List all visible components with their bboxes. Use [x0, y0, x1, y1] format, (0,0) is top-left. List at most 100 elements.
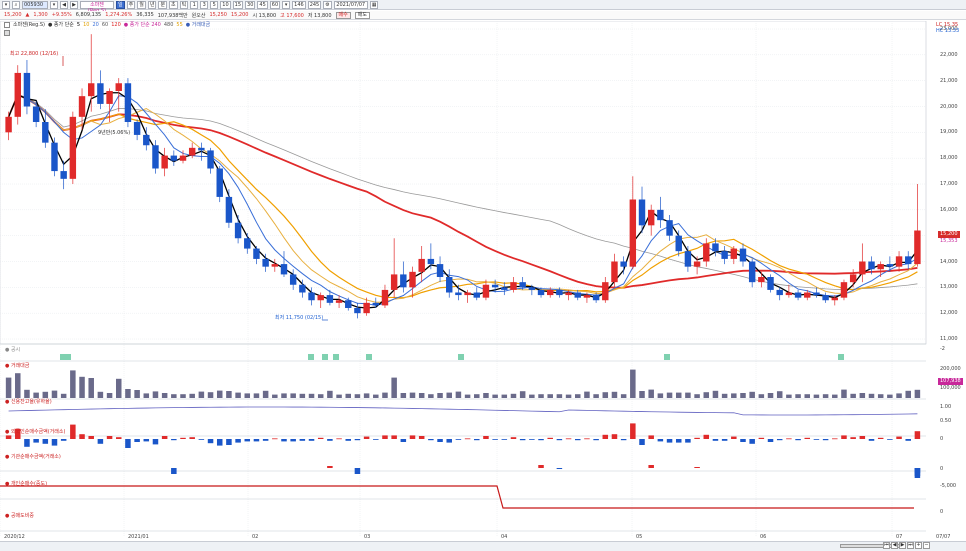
- calendar-icon[interactable]: ▦: [369, 0, 379, 9]
- period-tick-button[interactable]: 틱: [179, 0, 189, 9]
- interval-60[interactable]: 60: [269, 0, 281, 9]
- candle-body: [280, 264, 288, 275]
- news-marker: [308, 354, 314, 360]
- candle-body: [42, 122, 49, 143]
- candle-body: [207, 150, 214, 169]
- total-count: 245: [307, 0, 322, 9]
- volume-bar: [639, 391, 645, 398]
- price-tick-label: 11,000: [940, 336, 958, 342]
- candle-body: [877, 264, 884, 270]
- volume-bar: [675, 392, 682, 398]
- volume-bar: [474, 394, 480, 398]
- foreign-bar: [749, 439, 755, 444]
- foreign-bar: [272, 438, 278, 440]
- code-search-button[interactable]: ▾: [50, 0, 58, 9]
- period-second-button[interactable]: 초: [169, 0, 178, 9]
- volume-bar: [290, 393, 296, 398]
- news-marker: [366, 354, 372, 360]
- foreign-bar: [740, 439, 746, 442]
- period-minute-button[interactable]: 분: [158, 0, 168, 9]
- volume-bar: [24, 389, 30, 398]
- volume-bar: [767, 393, 774, 398]
- foreign-bar: [24, 439, 30, 447]
- volume-axis-mid: 100,000: [940, 385, 961, 391]
- candle-body: [840, 282, 848, 298]
- volume-bar: [666, 392, 673, 398]
- period-week-button[interactable]: 주: [126, 0, 136, 9]
- volume-bar: [538, 394, 544, 398]
- interval-dropdown[interactable]: ▾: [282, 0, 291, 9]
- volume-bar: [850, 393, 856, 398]
- foreign-bar: [850, 437, 856, 439]
- foreign-bar: [675, 439, 682, 443]
- volume-bar: [822, 394, 829, 398]
- foreign-bar: [235, 439, 241, 443]
- count-input[interactable]: 146: [292, 0, 306, 9]
- volume-bar: [887, 394, 893, 398]
- candle-body: [914, 230, 921, 265]
- candle-body: [345, 300, 352, 308]
- candle-body: [905, 256, 912, 265]
- volume-value: 6,809,135: [75, 12, 102, 18]
- dropdown-icon[interactable]: ▾: [2, 0, 10, 9]
- foreign-bar: [308, 439, 315, 441]
- volume-bar: [171, 394, 177, 398]
- low-annotation: 최저 11,750 (02/15): [275, 315, 324, 321]
- candle-body: [647, 209, 655, 226]
- foreign-bar: [455, 439, 462, 440]
- high-price-label: 15,200: [230, 12, 249, 18]
- period-month-button[interactable]: 월: [137, 0, 146, 9]
- candle-body: [831, 297, 839, 301]
- first-page-icon[interactable]: ⏮: [883, 542, 890, 549]
- individual-axis: -5,000: [940, 483, 957, 489]
- foreign-bar: [868, 439, 875, 441]
- interval-3[interactable]: 3: [200, 0, 209, 9]
- zoom-out-icon[interactable]: −: [923, 542, 930, 549]
- interval-30[interactable]: 30: [245, 0, 256, 9]
- candle-body: [868, 261, 875, 270]
- volume-bar: [88, 378, 94, 398]
- interval-15[interactable]: 15: [232, 0, 244, 9]
- interval-45[interactable]: 45: [257, 0, 268, 9]
- zoom-in-icon[interactable]: +: [915, 542, 922, 549]
- foreign-bar: [776, 439, 783, 441]
- sell-button[interactable]: 매도: [354, 11, 370, 19]
- prev-page-icon[interactable]: ◀: [891, 542, 898, 549]
- candle-body: [87, 83, 95, 97]
- date-input[interactable]: 2021/07/07: [333, 0, 368, 9]
- foreign-bar: [712, 439, 719, 441]
- next-stock-button[interactable]: ▶: [70, 0, 78, 9]
- price-tick-label: 20,000: [940, 103, 958, 110]
- candle-body: [556, 289, 563, 296]
- institution-bar: [914, 468, 921, 473]
- search-icon[interactable]: ⌕: [12, 0, 20, 9]
- foreign-bar: [345, 439, 352, 441]
- candle-body: [23, 72, 31, 107]
- interval-1[interactable]: 1: [190, 0, 199, 9]
- foreign-panel-label: ● 외국인순매수금액(거래소): [5, 429, 66, 435]
- foreign-bar: [134, 439, 140, 442]
- settings-icon[interactable]: ⚙: [323, 0, 332, 9]
- candle-body: [179, 155, 187, 161]
- prev-stock-button[interactable]: ◀: [60, 0, 68, 9]
- foreign-bar: [731, 436, 737, 439]
- trade-amount: 107,938백만: [157, 12, 188, 19]
- candlestick-chart[interactable]: [0, 21, 966, 541]
- price-tick-label: 16,000: [940, 206, 958, 213]
- volume-bar: [786, 394, 792, 398]
- candle-body: [106, 91, 113, 104]
- period-day-button[interactable]: 일: [116, 0, 125, 9]
- candle-body: [216, 168, 223, 197]
- interval-10[interactable]: 10: [220, 0, 231, 9]
- foreign-bar: [529, 439, 535, 440]
- stock-code-input[interactable]: 005930: [22, 0, 48, 9]
- next-page-icon[interactable]: ▶: [899, 542, 906, 549]
- volume-bar: [373, 394, 379, 398]
- last-page-icon[interactable]: ⏭: [907, 542, 914, 549]
- buy-button[interactable]: 매수: [335, 11, 351, 19]
- interval-5[interactable]: 5: [210, 0, 219, 9]
- foreign-bar: [299, 439, 306, 441]
- period-year-button[interactable]: 년: [147, 0, 157, 9]
- foreign-bar: [207, 439, 214, 444]
- volume-bar: [832, 394, 838, 398]
